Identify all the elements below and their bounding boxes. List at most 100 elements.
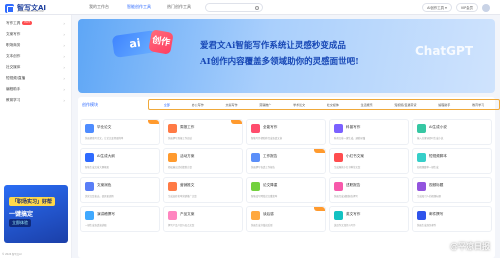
tool-icon [251,153,260,162]
promo-banner[interactable]: 「职场实习」好帮 一键搞定 立即体验 [4,185,68,243]
tool-icon [168,153,177,162]
tool-icon [417,124,426,133]
filter-marketing[interactable]: 营销推广 [256,102,274,108]
tool-card[interactable]: 短视频脚本 短视频脚本一键生成 [412,148,492,174]
tool-icon [417,182,426,191]
filter-social[interactable]: 社交媒体 [324,102,342,108]
top-bar: 智写文AI AI WRITING ASSISTANT 我的工作台 智能创作工具 … [0,0,500,15]
tool-description: 优化文案表达，使其更流畅 [85,195,114,198]
sidebar-item-label: 写作工具 [6,21,21,25]
hero-headline: 爱君文Ai智能写作系统让灵感秒变成品 [200,41,346,51]
filter-academic[interactable]: 学术论文 [290,102,308,108]
vip-button[interactable]: VIP会员 [455,3,478,12]
promo-cta[interactable]: 立即体验 [9,219,31,227]
tool-icon [85,211,94,220]
sidebar-item-coding[interactable]: 编程助手 › [0,84,71,95]
tool-card-grid: 毕业论文 快速帮助写论文，让论文变得更简单 周报工作 快速撰写周报工作总结 全能写作 智能… [80,119,494,232]
header-actions: AI创作工具 ▾ VIP会员 [422,3,490,12]
tool-description: 快速生成商务邮件 [417,224,437,227]
tool-card[interactable]: 毕业论文 快速帮助写论文，让论文变得更简单 [80,119,160,145]
tool-card[interactable]: 文案润色 优化文案表达，使其更流畅 [80,177,160,203]
search-input[interactable] [205,3,263,12]
chevron-right-icon: › [63,54,65,59]
tool-icon [417,153,426,162]
tool-icon [168,211,177,220]
sidebar-item-label: 教育学习 [6,98,21,102]
sidebar-item-education[interactable]: 教育学习 › [0,95,71,106]
tool-title: 活动方案 [180,154,195,158]
sidebar-item-copywriting[interactable]: 文案写作 › [0,29,71,40]
tool-description: 英语作文润色与写作 [334,224,356,227]
tool-card[interactable]: 读后感快速生成书籍读后感 [246,206,326,232]
tool-card[interactable]: AI生成小说 输入关键词即可生成小说 [412,119,492,145]
filter-office[interactable]: 办公写作 [189,102,207,108]
sidebar-item-social-media[interactable]: 社交媒体 › [0,62,71,73]
tool-card[interactable]: 全能写作 智能写作帮助你完成各类文章 [246,119,326,145]
tool-icon [168,182,177,191]
sidebar-item-short-video[interactable]: 短视频/直播 › [0,73,71,84]
sidebar-item-text-creation[interactable]: 文本创作 › [0,51,71,62]
tool-card[interactable]: 周报工作 快速撰写周报工作总结 [163,119,243,145]
tool-card[interactable]: 科普写作 科普文章一键生成，通俗易懂 [329,119,409,145]
tool-title: 邮件撰写 [429,212,444,216]
tool-title: AI生成小说 [429,125,447,129]
tool-description: 智能改写降低论文重复率 [251,195,278,198]
tool-title: 产品文案 [180,212,195,216]
tool-card[interactable]: 产品文案撰写产品介绍与卖点文案 [163,206,243,232]
sidebar-item-writing-tools[interactable]: 写作工具 HOT › [0,18,71,29]
tool-card[interactable]: 论文降重 智能改写降低论文重复率 [246,177,326,203]
chevron-right-icon: › [63,32,65,37]
chatgpt-decor: ChatGPT [414,44,473,58]
tool-icon [334,211,343,220]
tool-description: 智能生成文章大纲框架 [85,166,109,169]
chevron-right-icon: › [63,98,65,103]
tool-description: 科普文章一键生成，通俗易懂 [334,137,366,140]
tool-card[interactable]: 视频标题 生成吸引人的视频标题 [412,177,492,203]
sidebar-item-business[interactable]: 职场商务 › [0,40,71,51]
filter-lifestyle[interactable]: 生活娱乐 [358,102,376,108]
tab-smart-tools[interactable]: 智能创作工具 [120,2,158,11]
tool-description: 撰写产品介绍与卖点文案 [168,224,195,227]
tool-icon [85,182,94,191]
sidebar-item-label: 文本创作 [6,54,21,58]
creation-modules: 创作模块 全部 办公写作 文案写作 营销推广 学术论文 社交媒体 生活娱乐 短视… [78,97,500,258]
tool-card[interactable]: 述职报告 快速完成述职报告撰写 [329,177,409,203]
header-tabs: 我的工作台 智能创作工具 热门创作工具 [80,2,200,11]
tool-card[interactable]: 邮件撰写快速生成商务邮件 [412,206,492,232]
search-icon[interactable] [255,6,259,10]
tool-description: 快速生成书籍读后感 [251,224,273,227]
filter-copywriting[interactable]: 文案写作 [222,102,240,108]
tool-card[interactable]: 演讲稿撰写 一键生成各类演讲稿 [80,206,160,232]
tool-description: 快速撰写周报工作总结 [168,137,192,140]
tool-description: 一键生成各类演讲稿 [85,224,107,227]
tool-description: 生成吸引人的视频标题 [417,195,441,198]
new-tag-icon [314,149,325,153]
tool-card[interactable]: 小红书文案 生成爆款小红书种草文案 [329,148,409,174]
filter-coding[interactable]: 编程助手 [435,102,453,108]
tool-card[interactable]: 英文写作 英语作文润色与写作 [329,206,409,232]
tool-icon [334,153,343,162]
category-filter-bar: 全部 办公写作 文案写作 营销推广 学术论文 社交媒体 生活娱乐 短视频/直播带… [148,99,500,110]
tool-card[interactable]: 活动方案 轻松输出活动策划方案 [163,148,243,174]
tool-description: 快速帮助写论文，让论文变得更简单 [85,137,124,140]
tool-title: 工作报告 [263,154,278,158]
filter-all[interactable]: 全部 [161,102,173,108]
tool-card[interactable]: 营销推文 生成高转化率营销推广文案 [163,177,243,203]
tool-card[interactable]: 工作报告 快速撰写各类工作报告 [246,148,326,174]
tool-icon [251,124,260,133]
filter-education[interactable]: 教育学习 [469,102,487,108]
avatar[interactable] [482,3,490,12]
ai-tools-dropdown[interactable]: AI创作工具 ▾ [422,3,452,12]
tool-description: 快速完成述职报告撰写 [334,195,358,198]
sidebar-item-label: 文案写作 [6,32,21,36]
tool-title: 营销推文 [180,183,195,187]
tool-title: 读后感 [263,212,274,216]
tool-card[interactable]: AI生成大纲 智能生成文章大纲框架 [80,148,160,174]
tab-workbench[interactable]: 我的工作台 [80,2,118,11]
tool-description: 智能写作帮助你完成各类文章 [251,137,283,140]
filter-short-video[interactable]: 短视频/直播带货 [391,102,419,108]
tab-hot-tools[interactable]: 热门创作工具 [160,2,198,11]
chevron-right-icon: › [63,43,65,48]
tool-title: 短视频脚本 [429,154,447,158]
tool-icon [168,124,177,133]
